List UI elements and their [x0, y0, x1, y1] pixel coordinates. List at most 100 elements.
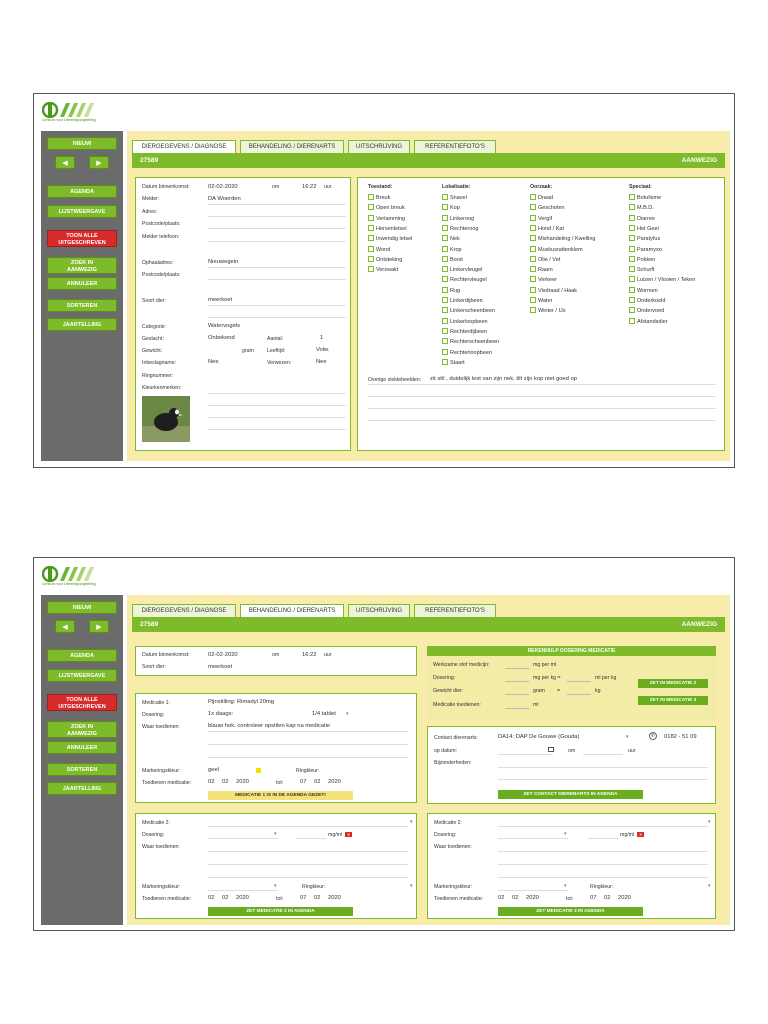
- m2-to-day[interactable]: 07: [300, 895, 306, 901]
- speciaal-checkbox[interactable]: Schurft: [629, 266, 654, 273]
- waar1-value[interactable]: blauw hok. controleer opstilen kap na me…: [208, 723, 330, 729]
- sorteren-button[interactable]: SORTEREN: [47, 763, 117, 776]
- lokalisatie-checkbox[interactable]: Linkerloopbeen: [442, 317, 488, 325]
- lijstweergave-button[interactable]: LIJSTWEERGAVE: [47, 205, 117, 218]
- nieuw-button[interactable]: NIEUW: [47, 601, 117, 614]
- checkbox-icon[interactable]: [368, 204, 374, 211]
- checkbox-icon[interactable]: [629, 276, 635, 283]
- zet-in-medicatie-2-button[interactable]: ZET IN MEDICATIE 2: [638, 679, 708, 688]
- tab-uitschrijving[interactable]: UITSCHRIJVING: [348, 604, 410, 618]
- speciaal-checkbox[interactable]: Botulisme: [629, 194, 661, 201]
- m3-to-year[interactable]: 2020: [618, 895, 631, 901]
- markering2-dropdown-icon[interactable]: ▾: [274, 883, 277, 889]
- contact-value[interactable]: DA14: DAP De Gouwe (Gouda): [498, 734, 579, 740]
- checkbox-icon[interactable]: [368, 245, 374, 252]
- dosering3-dropdown-icon[interactable]: ▾: [564, 831, 567, 837]
- toon-alle-uitgeschreven-button[interactable]: TOON ALLE UITGESCHREVEN: [47, 230, 117, 247]
- lokalisatie-checkbox[interactable]: Rug: [442, 286, 460, 294]
- next-record-button[interactable]: ▶: [89, 156, 109, 169]
- checkbox-icon[interactable]: [442, 276, 448, 283]
- clear-icon[interactable]: ✕: [637, 832, 645, 837]
- checkbox-icon[interactable]: [530, 224, 536, 231]
- oorzaak-checkbox[interactable]: Raam: [530, 266, 553, 273]
- checkbox-icon[interactable]: [629, 307, 635, 314]
- checkbox-icon[interactable]: [530, 255, 536, 262]
- lokalisatie-checkbox[interactable]: Linkerdijbeen: [442, 297, 483, 304]
- lokalisatie-checkbox[interactable]: Linkeroog: [442, 214, 474, 222]
- checkbox-icon[interactable]: [629, 194, 635, 200]
- overige-value[interactable]: zit stil , duidelijk lest van zijn nek. …: [430, 376, 577, 382]
- markering1-value[interactable]: geel: [208, 767, 219, 773]
- agenda-button[interactable]: AGENDA: [47, 649, 117, 662]
- contact-agenda-button[interactable]: ZET CONTACT DIERENARTS IN AGENDA: [498, 790, 643, 799]
- m3-from-month[interactable]: 02: [512, 895, 518, 901]
- annuleer-button[interactable]: ANNULEER: [47, 741, 117, 754]
- medicatie3-dropdown-icon[interactable]: ▾: [708, 819, 711, 825]
- oorzaak-checkbox[interactable]: Draad: [530, 194, 553, 201]
- checkbox-icon[interactable]: [629, 235, 635, 242]
- lokalisatie-checkbox[interactable]: Linkervleugel: [442, 266, 482, 273]
- leeftijd-value[interactable]: Volw.: [316, 347, 330, 353]
- speciaal-checkbox[interactable]: Paramyxo: [629, 245, 662, 253]
- soort-value[interactable]: meerkoet: [208, 297, 232, 303]
- oorzaak-checkbox[interactable]: Olie / Vet: [530, 255, 560, 263]
- toestand-checkbox[interactable]: Ontsteking: [368, 255, 402, 263]
- checkbox-icon[interactable]: [530, 204, 536, 211]
- checkbox-icon[interactable]: [442, 307, 448, 314]
- tab-uitschrijving[interactable]: UITSCHRIJVING: [348, 140, 410, 154]
- checkbox-icon[interactable]: [442, 255, 448, 262]
- dosering1-value[interactable]: 1x daags:: [208, 711, 233, 717]
- checkbox-icon[interactable]: [629, 297, 635, 303]
- m2-to-year[interactable]: 2020: [328, 895, 341, 901]
- checkbox-icon[interactable]: [368, 214, 374, 221]
- tab-diergegevens[interactable]: DIERGEGEVENS / DIAGNOSE: [132, 604, 236, 618]
- checkbox-icon[interactable]: [629, 266, 635, 273]
- jaartelling-button[interactable]: JAARTELLING: [47, 318, 117, 331]
- dosering1-dropdown-icon[interactable]: ▾: [346, 711, 349, 717]
- from-month[interactable]: 02: [222, 779, 228, 785]
- checkbox-icon[interactable]: [629, 204, 635, 211]
- zoek-in-aanwezig-button[interactable]: ZOEK IN AANWEZIG: [47, 257, 117, 274]
- speciaal-checkbox[interactable]: Pokken: [629, 255, 655, 263]
- checkbox-icon[interactable]: [530, 245, 536, 252]
- prev-record-button[interactable]: ◀: [55, 156, 75, 169]
- from-day[interactable]: 02: [208, 779, 214, 785]
- checkbox-icon[interactable]: [442, 204, 448, 211]
- toestand-checkbox[interactable]: Open breuk: [368, 204, 405, 211]
- tijd-value[interactable]: 16:22: [302, 184, 317, 190]
- checkbox-icon[interactable]: [629, 286, 635, 293]
- medicijn-value[interactable]: Pijnstilling: Rimadyl 20mg: [208, 699, 274, 705]
- checkbox-icon[interactable]: [442, 266, 448, 273]
- markering3-dropdown-icon[interactable]: ▾: [564, 883, 567, 889]
- medicatie1-agenda-status[interactable]: MEDICATIE 1 IS IN DE AGENDA GEZET!: [208, 791, 353, 800]
- checkbox-icon[interactable]: [442, 235, 448, 242]
- speciaal-checkbox[interactable]: Wormen: [629, 286, 658, 294]
- agenda-button[interactable]: AGENDA: [47, 185, 117, 198]
- checkbox-icon[interactable]: [629, 214, 635, 221]
- categorie-value[interactable]: Watervogels: [208, 323, 240, 329]
- lokalisatie-checkbox[interactable]: Rechtervleugel: [442, 276, 487, 283]
- datum-value[interactable]: 02-02-2020: [208, 652, 238, 658]
- oorzaak-checkbox[interactable]: Visdraad / Haak: [530, 286, 577, 294]
- checkbox-icon[interactable]: [442, 297, 448, 303]
- lokalisatie-checkbox[interactable]: Rechterloopbeen: [442, 348, 492, 356]
- from-year[interactable]: 2020: [236, 779, 249, 785]
- checkbox-icon[interactable]: [368, 255, 374, 262]
- checkbox-icon[interactable]: [530, 307, 536, 314]
- contact-dropdown-icon[interactable]: ▾: [626, 734, 629, 740]
- speciaal-checkbox[interactable]: Diarree: [629, 214, 655, 222]
- checkbox-icon[interactable]: [629, 317, 635, 324]
- checkbox-icon[interactable]: [442, 348, 448, 355]
- soort-value[interactable]: meerkoet: [208, 664, 232, 670]
- m2-to-month[interactable]: 02: [314, 895, 320, 901]
- lokalisatie-checkbox[interactable]: Rechterdijbeen: [442, 327, 487, 335]
- tijd-value[interactable]: 16:22: [302, 652, 317, 658]
- phone-icon[interactable]: ✆: [649, 732, 657, 740]
- speciaal-checkbox[interactable]: M.B.D.: [629, 204, 654, 211]
- checkbox-icon[interactable]: [368, 194, 374, 200]
- checkbox-icon[interactable]: [442, 286, 448, 293]
- prev-record-button[interactable]: ◀: [55, 620, 75, 633]
- verwezen-value[interactable]: Nee: [316, 359, 327, 365]
- checkbox-icon[interactable]: [530, 276, 536, 283]
- speciaal-checkbox[interactable]: Paratyfus: [629, 235, 660, 242]
